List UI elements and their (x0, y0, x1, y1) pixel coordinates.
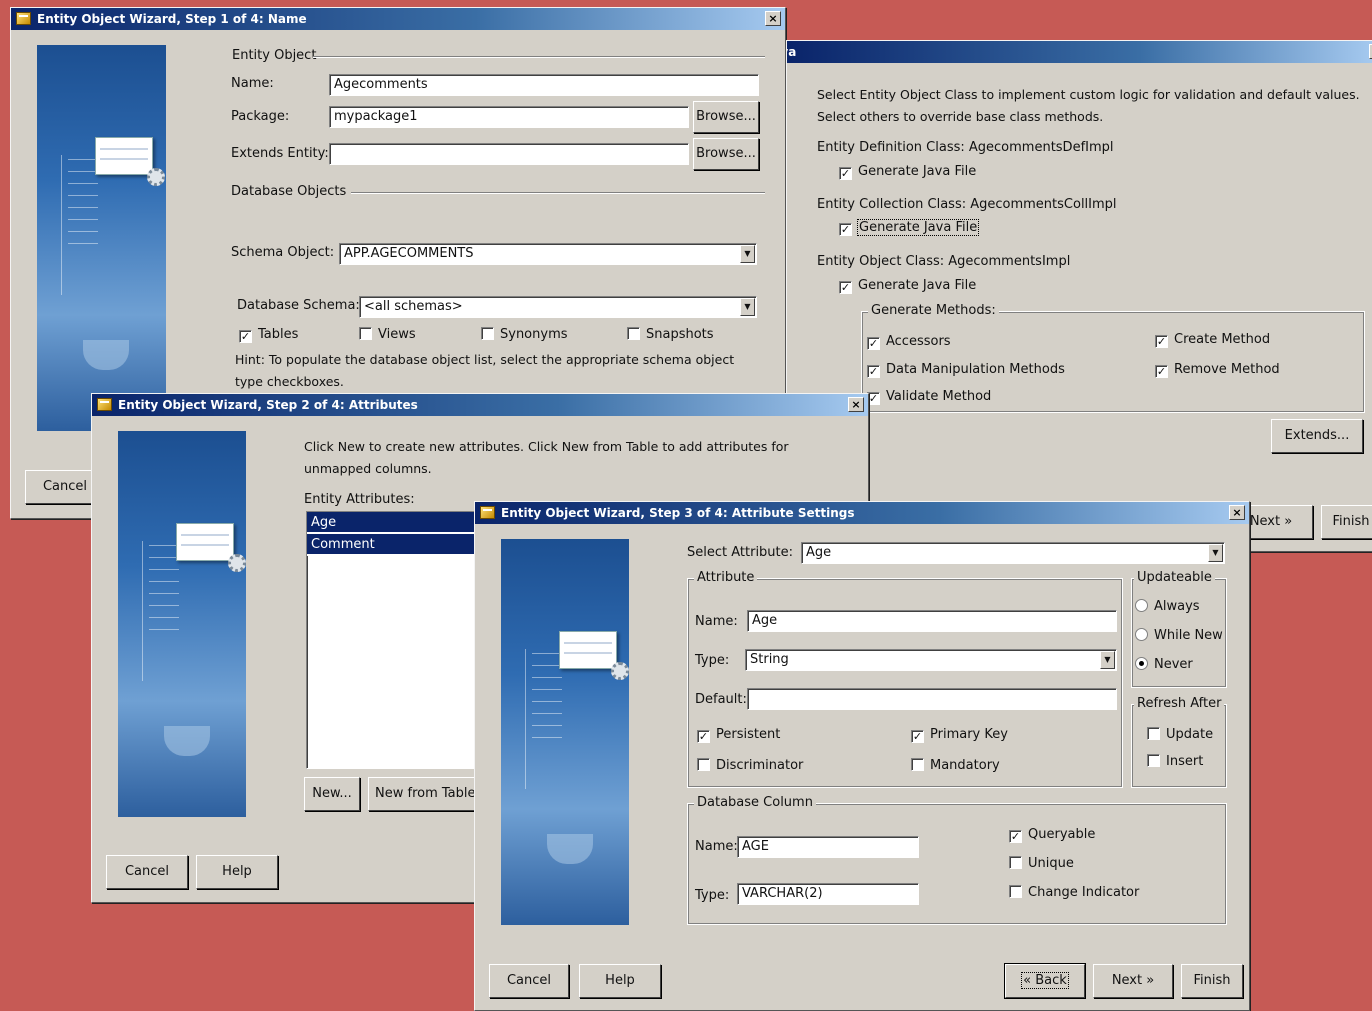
window-title: Entity Object Wizard, Step 1 of 4: Name (37, 12, 307, 26)
database-column-group: Database Column (687, 795, 1227, 925)
package-field[interactable]: mypackage1 (329, 106, 689, 128)
browse-package-button[interactable]: Browse... (693, 101, 759, 133)
browse-extends-button[interactable]: Browse... (693, 138, 759, 170)
attribute-name-field[interactable]: Age (747, 610, 1117, 632)
gear-icon (147, 168, 165, 186)
collection-class-label: Entity Collection Class: AgecommentsColl… (817, 197, 1117, 212)
remove-method-checkbox[interactable]: ✓ Remove Method (1155, 361, 1280, 379)
synonyms-checkbox[interactable]: Synonyms (481, 326, 568, 344)
titlebar: Entity Object Wizard, Step 2 of 4: Attri… (92, 394, 868, 416)
wizard-icon (480, 506, 495, 519)
select-attribute-label: Select Attribute: (687, 545, 794, 560)
hint-text: Hint: To populate the database object li… (235, 352, 735, 389)
close-button[interactable]: × (1229, 505, 1245, 520)
list-item[interactable]: Comment (307, 534, 485, 556)
attribute-type-combo[interactable]: String ▼ (745, 649, 1117, 671)
unique-checkbox[interactable]: Unique (1009, 855, 1074, 873)
dropdown-arrow-icon[interactable]: ▼ (1208, 544, 1223, 562)
cancel-button[interactable]: Cancel (106, 855, 188, 889)
column-name-label: Name: (695, 839, 738, 854)
wizard-side-image (501, 539, 629, 925)
snapshots-checkbox[interactable]: Snapshots (627, 326, 714, 344)
mandatory-checkbox[interactable]: Mandatory (911, 757, 1000, 775)
wizard-side-image (37, 45, 166, 431)
column-type-field[interactable]: VARCHAR(2) (737, 883, 919, 905)
intro-text: Click New to create new attributes. Clic… (304, 439, 789, 476)
dropdown-arrow-icon[interactable]: ▼ (740, 245, 755, 263)
name-label: Name: (231, 76, 274, 91)
close-button[interactable]: × (848, 397, 864, 412)
name-label: Name: (695, 614, 738, 629)
schema-object-label: Schema Object: (231, 245, 335, 260)
window-title: Entity Object Wizard, Step 4 of 4: Java (787, 45, 797, 59)
window-title: Entity Object Wizard, Step 3 of 4: Attri… (501, 506, 855, 520)
queryable-checkbox[interactable]: ✓ Queryable (1009, 826, 1095, 844)
schema-object-combo[interactable]: APP.AGECOMMENTS ▼ (339, 243, 757, 265)
entity-attributes-list[interactable]: Age Comment (306, 511, 486, 769)
check-icon: ✓ (239, 330, 252, 343)
gear-icon (611, 662, 629, 680)
while-new-radio[interactable]: While New (1135, 627, 1223, 645)
new-from-table-button[interactable]: New from Table... (368, 777, 478, 811)
always-radio[interactable]: Always (1135, 598, 1200, 616)
wizard-step4-window: Entity Object Wizard, Step 4 of 4: Java … (786, 40, 1372, 552)
persistent-checkbox[interactable]: ✓ Persistent (697, 726, 780, 744)
extends-entity-field[interactable] (329, 143, 689, 165)
create-method-checkbox[interactable]: ✓ Create Method (1155, 331, 1270, 349)
finish-button[interactable]: Finish (1181, 964, 1243, 998)
generate-obj-java-checkbox[interactable]: ✓ Generate Java File (839, 277, 976, 295)
definition-class-label: Entity Definition Class: AgecommentsDefI… (817, 140, 1114, 155)
name-field[interactable]: Agecomments (329, 74, 759, 96)
wizard-side-image (118, 431, 246, 817)
finish-button[interactable]: Finish (1321, 505, 1372, 539)
views-checkbox[interactable]: Views (359, 326, 416, 344)
refresh-after-group: Refresh After (1131, 696, 1227, 788)
dropdown-arrow-icon[interactable]: ▼ (740, 298, 755, 316)
dropdown-arrow-icon[interactable]: ▼ (1100, 651, 1115, 669)
primary-key-checkbox[interactable]: ✓ Primary Key (911, 726, 1008, 744)
column-type-label: Type: (695, 888, 730, 903)
object-class-label: Entity Object Class: AgecommentsImpl (817, 254, 1071, 269)
change-indicator-checkbox[interactable]: Change Indicator (1009, 884, 1139, 902)
package-label: Package: (231, 109, 290, 124)
generate-coll-java-checkbox[interactable]: ✓ Generate Java File (839, 219, 980, 237)
column-name-field[interactable]: AGE (737, 836, 919, 858)
refresh-insert-checkbox[interactable]: Insert (1147, 753, 1203, 771)
wizard-icon (97, 398, 112, 411)
default-label: Default: (695, 692, 747, 707)
titlebar: Entity Object Wizard, Step 1 of 4: Name … (11, 8, 785, 30)
gear-icon (228, 554, 246, 572)
tables-checkbox[interactable]: ✓ Tables (239, 326, 298, 344)
never-radio[interactable]: Never (1135, 656, 1193, 674)
generate-def-java-checkbox[interactable]: ✓ Generate Java File (839, 163, 976, 181)
titlebar: Entity Object Wizard, Step 4 of 4: Java … (787, 41, 1372, 63)
list-item[interactable]: Age (307, 512, 485, 534)
help-button[interactable]: Help (579, 964, 661, 998)
back-button[interactable]: « Back (1004, 963, 1086, 999)
help-button[interactable]: Help (196, 855, 278, 889)
intro-text: Select Entity Object Class to implement … (817, 87, 1360, 124)
close-button[interactable]: × (765, 11, 781, 26)
select-attribute-combo[interactable]: Age ▼ (801, 542, 1225, 564)
next-button[interactable]: Next » (1093, 964, 1173, 998)
extends-button[interactable]: Extends... (1271, 419, 1363, 453)
extends-entity-label: Extends Entity: (231, 146, 329, 161)
data-manipulation-checkbox[interactable]: ✓ Data Manipulation Methods (867, 361, 1065, 379)
wizard-icon (16, 12, 31, 25)
database-schema-label: Database Schema: (237, 298, 360, 313)
database-objects-label: Database Objects (231, 184, 347, 199)
cancel-button[interactable]: Cancel (489, 964, 569, 998)
validate-method-checkbox[interactable]: ✓ Validate Method (867, 388, 991, 406)
window-title: Entity Object Wizard, Step 2 of 4: Attri… (118, 398, 418, 412)
default-value-field[interactable] (747, 688, 1117, 710)
type-label: Type: (695, 653, 730, 668)
titlebar: Entity Object Wizard, Step 3 of 4: Attri… (475, 502, 1249, 524)
accessors-checkbox[interactable]: ✓ Accessors (867, 333, 951, 351)
new-attribute-button[interactable]: New... (304, 777, 360, 811)
wizard-step3-window: Entity Object Wizard, Step 3 of 4: Attri… (474, 501, 1250, 1011)
refresh-update-checkbox[interactable]: Update (1147, 726, 1213, 744)
discriminator-checkbox[interactable]: Discriminator (697, 757, 803, 775)
database-schema-combo[interactable]: <all schemas> ▼ (359, 296, 757, 318)
entity-attributes-label: Entity Attributes: (304, 492, 415, 507)
